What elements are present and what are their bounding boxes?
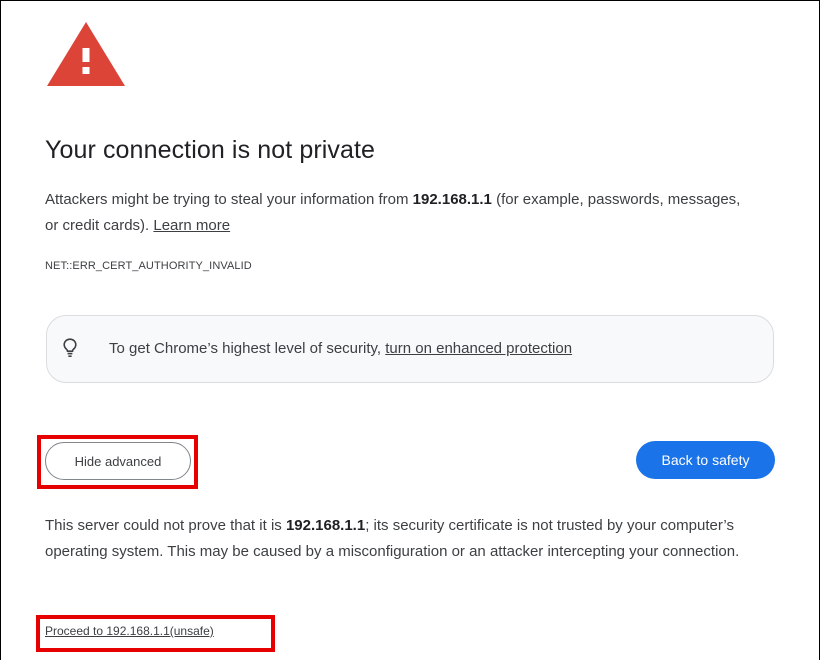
description-host: 192.168.1.1 [412, 191, 492, 208]
learn-more-link[interactable]: Learn more [153, 217, 230, 234]
hide-advanced-button[interactable]: Hide advanced [45, 442, 191, 480]
enhanced-protection-banner: To get Chrome’s highest level of securit… [46, 315, 774, 383]
back-to-safety-button[interactable]: Back to safety [636, 441, 775, 479]
enhanced-protection-prefix: To get Chrome’s highest level of securit… [109, 340, 386, 357]
warning-description: Attackers might be trying to steal your … [45, 187, 745, 239]
advanced-details: This server could not prove that it is 1… [45, 513, 765, 565]
lightbulb-icon [63, 338, 77, 358]
details-host: 192.168.1.1 [285, 517, 366, 534]
warning-icon [47, 22, 125, 86]
description-prefix: Attackers might be trying to steal your … [45, 191, 413, 208]
details-prefix: This server could not prove that it is [45, 517, 286, 534]
enhanced-protection-link[interactable]: turn on enhanced protection [385, 340, 572, 357]
proceed-unsafe-link[interactable]: Proceed to 192.168.1.1(unsafe) [45, 624, 214, 638]
enhanced-protection-text: To get Chrome’s highest level of securit… [109, 340, 572, 357]
page-title: Your connection is not private [45, 136, 376, 164]
error-code: NET::ERR_CERT_AUTHORITY_INVALID [45, 260, 252, 272]
